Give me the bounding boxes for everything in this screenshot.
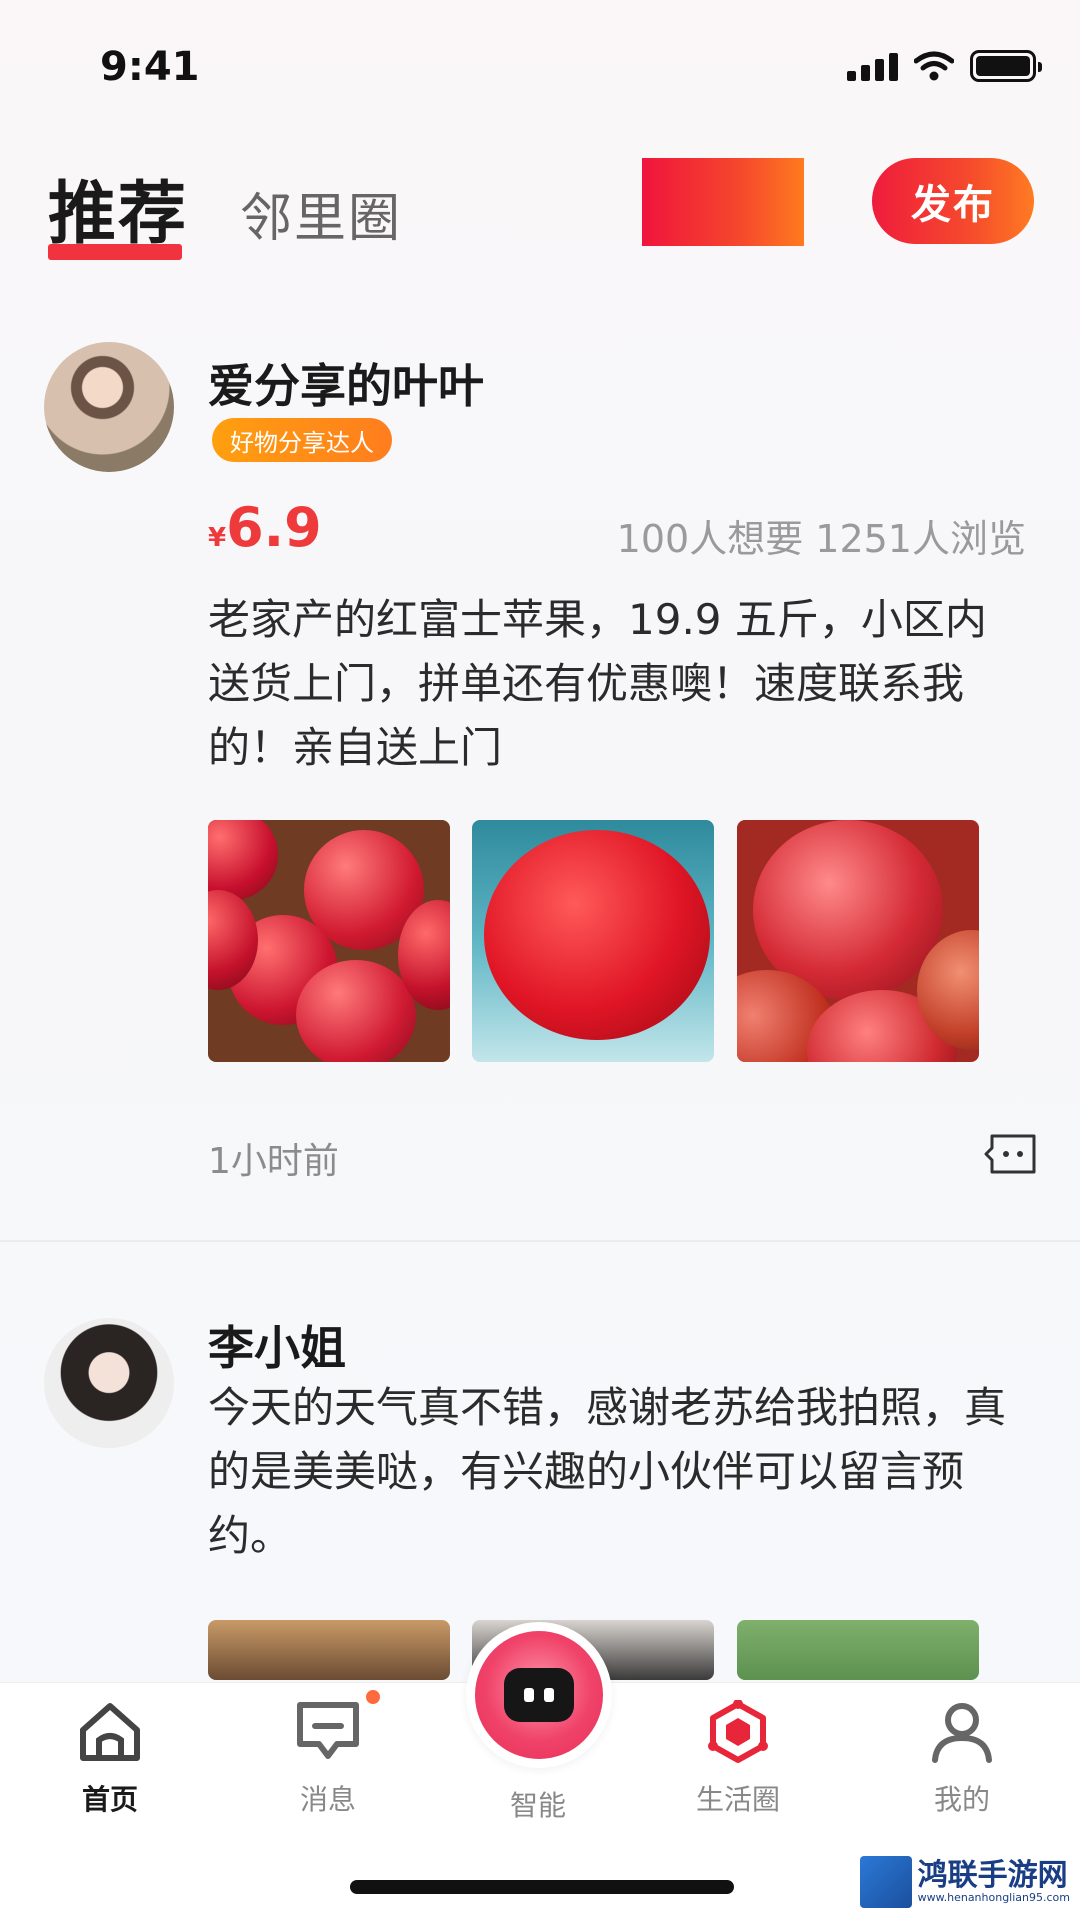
currency-symbol: ¥ [208, 523, 227, 553]
tab-active-indicator [48, 244, 182, 260]
life-circle-icon [708, 1700, 768, 1763]
watermark-name: 鸿联手游网 [917, 1857, 1068, 1893]
ai-assistant-button[interactable] [466, 1622, 612, 1768]
cellular-signal-icon [847, 51, 898, 81]
post-photo-apples-basket[interactable] [208, 820, 450, 1062]
post-photo-apples-wet[interactable] [737, 820, 979, 1062]
watermark: 鸿联手游网 www.henanhonglian95.com [859, 1856, 1070, 1908]
post-photo-green-lawn[interactable] [737, 1620, 979, 1680]
post-text: 老家产的红富士苹果，19.9 五斤，小区内送货上门，拼单还有优惠噢！速度联系我的… [208, 595, 987, 772]
tab-label: 消息 [299, 1783, 356, 1816]
tab-label: 首页 [81, 1783, 138, 1816]
post-stats: 100人想要 1251人浏览 [616, 517, 1026, 561]
post-time: 1小时前 [208, 1141, 339, 1182]
status-icons [847, 50, 1042, 82]
profile-icon [932, 1703, 992, 1763]
comment-icon[interactable] [984, 1132, 1038, 1176]
post-username[interactable]: 爱分享的叶叶 [208, 350, 484, 416]
tab-life-circle[interactable]: 生活圈 [658, 1700, 818, 1818]
tab-label: 生活圈 [695, 1783, 780, 1816]
tab-label: 智能 [509, 1789, 566, 1822]
watermark-logo-icon [859, 1856, 912, 1908]
tab-label: 我的 [933, 1783, 990, 1816]
home-icon [80, 1703, 140, 1761]
status-time: 9:41 [100, 44, 200, 90]
avatar[interactable] [44, 1318, 174, 1448]
post-username[interactable]: 李小姐 [208, 1312, 346, 1378]
publish-button[interactable]: 发布 [872, 158, 1034, 244]
tab-neighborhood[interactable]: 邻里圈 [240, 176, 402, 251]
home-indicator[interactable] [350, 1880, 734, 1894]
promo-banner[interactable] [642, 158, 804, 246]
wifi-icon [914, 51, 954, 81]
message-icon [297, 1702, 359, 1759]
post-divider [0, 1240, 1080, 1242]
tab-recommend[interactable]: 推荐 [48, 158, 188, 257]
avatar[interactable] [44, 342, 174, 472]
tab-profile[interactable]: 我的 [882, 1700, 1042, 1818]
tab-home[interactable]: 首页 [30, 1700, 190, 1818]
robot-icon [475, 1631, 603, 1759]
post-photo-apple-splash[interactable] [472, 820, 714, 1062]
user-badge: 好物分享达人 [212, 418, 392, 462]
unread-dot [366, 1690, 380, 1704]
tab-messages[interactable]: 消息 [248, 1700, 408, 1818]
post-text: 今天的天气真不错，感谢老苏给我拍照，真的是美美哒，有兴趣的小伙伴可以留言预约。 [208, 1383, 1007, 1560]
battery-icon [970, 50, 1042, 82]
price-value: 6.9 [226, 496, 322, 559]
price: ¥6.9 [208, 496, 322, 559]
post-photo-portrait-1[interactable] [208, 1620, 450, 1680]
watermark-url: www.henanhonglian95.com [917, 1890, 1070, 1904]
